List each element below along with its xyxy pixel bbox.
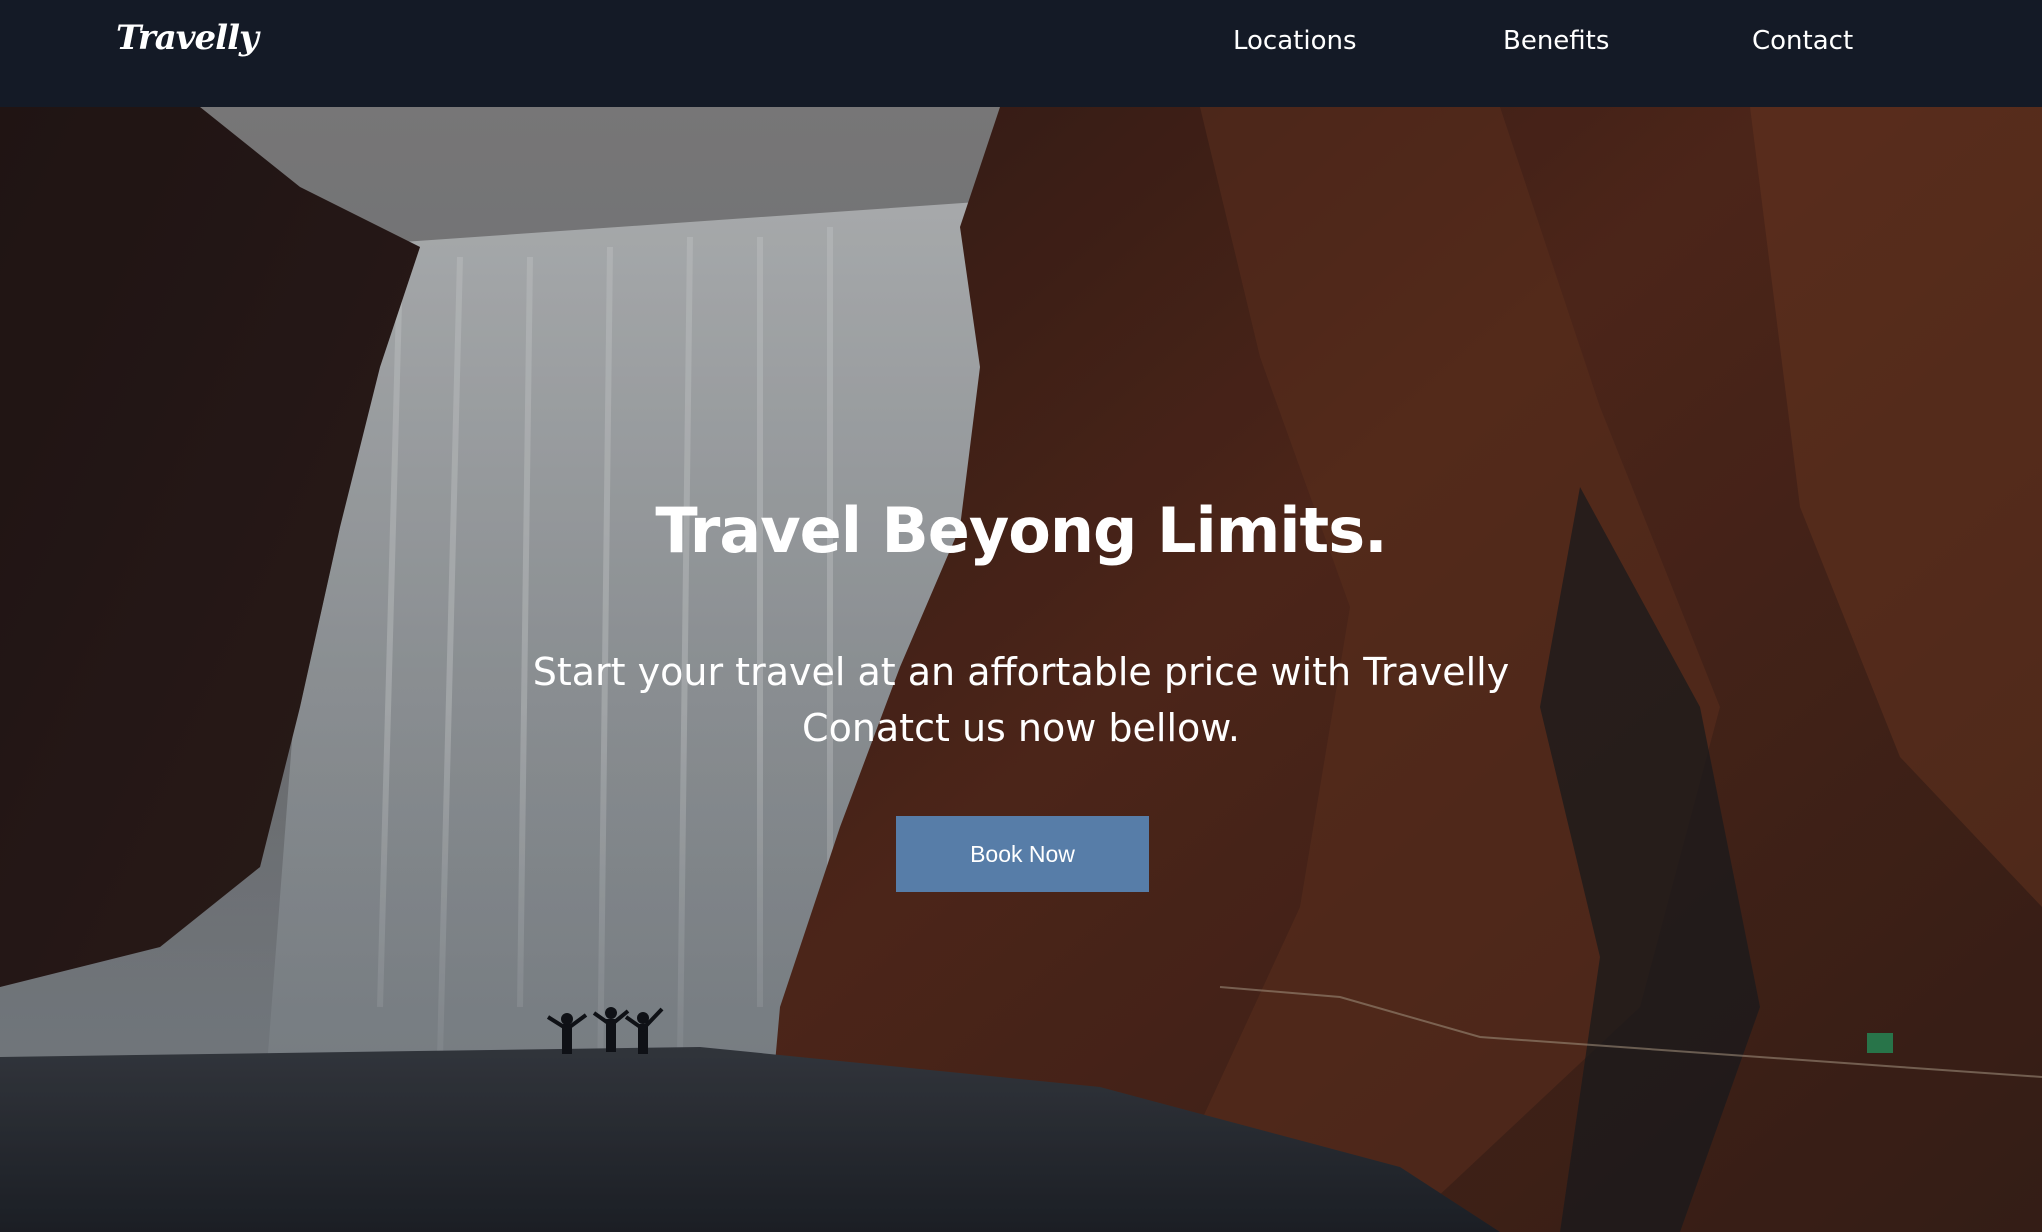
hero-subtitle-line1: Start your travel at an affortable price…	[532, 650, 1510, 694]
nav-link-benefits[interactable]: Benefits	[1503, 25, 1609, 57]
nav-link-contact[interactable]: Contact	[1752, 25, 1853, 57]
top-navbar: Travelly Locations Benefits Contact	[0, 0, 2042, 107]
nav-link-locations[interactable]: Locations	[1233, 25, 1357, 57]
hero-subtitle: Start your travel at an affortable price…	[0, 644, 2042, 756]
book-now-button[interactable]: Book Now	[896, 816, 1149, 892]
nav-links: Locations Benefits Contact	[0, 25, 2042, 65]
hero-subtitle-line2: Conatct us now bellow.	[802, 706, 1240, 750]
hero-section: Travel Beyong Limits. Start your travel …	[0, 107, 2042, 1232]
hero-title: Travel Beyong Limits.	[655, 494, 1387, 567]
